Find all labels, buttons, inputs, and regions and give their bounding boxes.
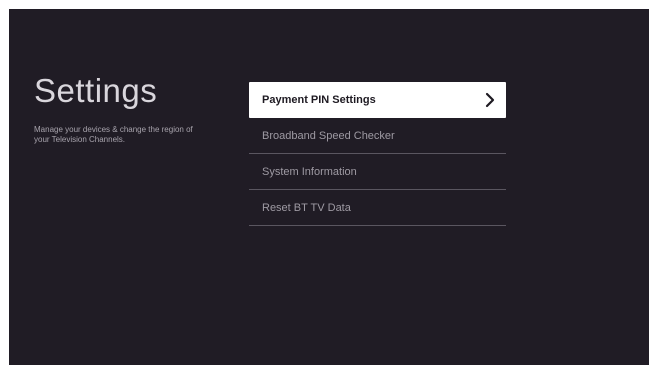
menu-item-label: Payment PIN Settings: [262, 93, 376, 106]
page-title: Settings: [34, 72, 158, 109]
chevron-right-icon: [485, 92, 495, 108]
menu-item-broadband-speed-checker[interactable]: Broadband Speed Checker: [249, 118, 506, 154]
menu-item-system-information[interactable]: System Information: [249, 154, 506, 190]
menu-item-label: Reset BT TV Data: [262, 201, 351, 214]
tv-screen: Settings Manage your devices & change th…: [9, 9, 649, 365]
menu-item-payment-pin-settings[interactable]: Payment PIN Settings: [249, 82, 506, 118]
menu-item-label: System Information: [262, 165, 357, 178]
menu-item-label: Broadband Speed Checker: [262, 129, 395, 142]
settings-menu: Payment PIN Settings Broadband Speed Che…: [249, 82, 506, 226]
settings-header: Settings Manage your devices & change th…: [34, 71, 219, 145]
page-description: Manage your devices & change the region …: [34, 125, 193, 144]
menu-item-reset-bt-tv-data[interactable]: Reset BT TV Data: [249, 190, 506, 226]
